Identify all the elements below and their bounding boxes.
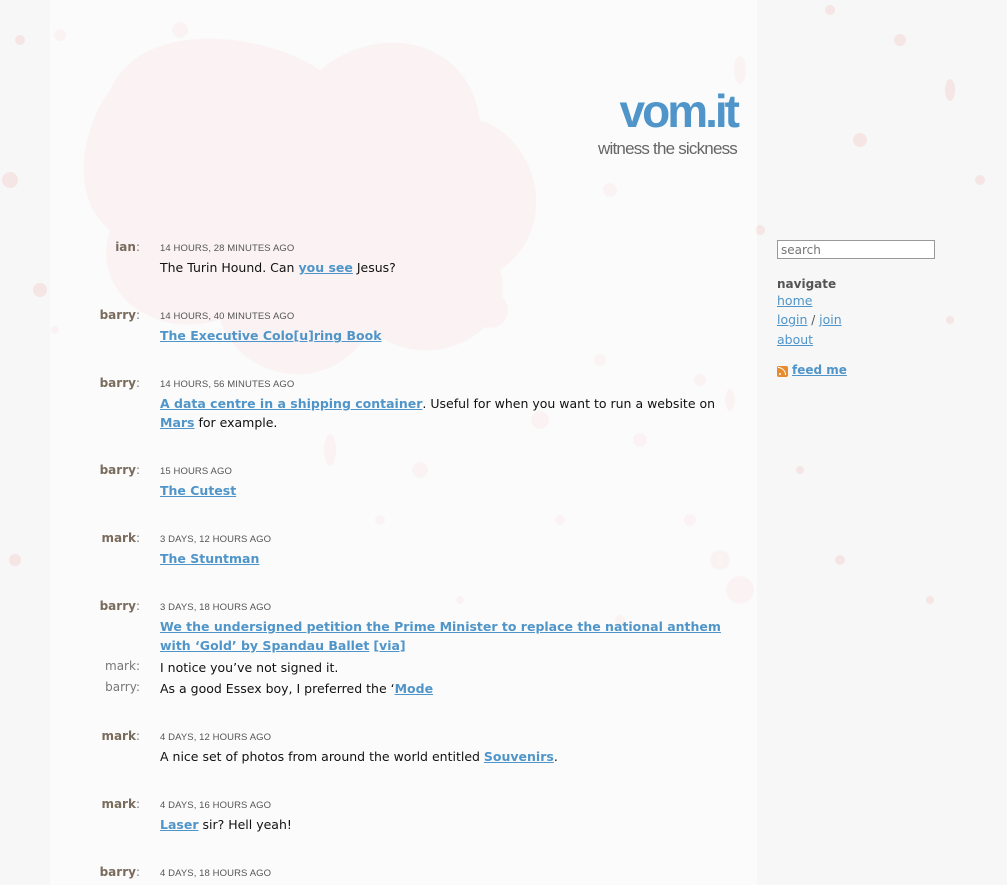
site-logo[interactable]: vom.it witness the sickness bbox=[598, 88, 740, 159]
comment-author: barry: bbox=[105, 680, 140, 694]
nav-heading: navigate bbox=[777, 277, 837, 291]
comment-text: As a good Essex boy, I preferred the ‘Mo… bbox=[160, 679, 740, 698]
search-input[interactable] bbox=[777, 240, 935, 259]
post-text: . bbox=[553, 749, 558, 764]
post-link[interactable]: Laser bbox=[160, 817, 198, 832]
post-timestamp: 14 hours, 28 minutes ago bbox=[160, 243, 295, 254]
post-author: barry: bbox=[99, 463, 140, 477]
post-author: barry: bbox=[99, 865, 140, 879]
post-text: for example. bbox=[194, 415, 278, 430]
nav-about-link[interactable]: about bbox=[777, 330, 977, 349]
comment-body: As a good Essex boy, I preferred the ‘ bbox=[160, 681, 395, 696]
author-name[interactable]: mark bbox=[101, 797, 136, 811]
content-column: vom.it witness the sickness ian: 14 hour… bbox=[50, 0, 757, 885]
comment-text: I notice you’ve not signed it. bbox=[160, 660, 339, 675]
commenter-name[interactable]: barry bbox=[105, 680, 136, 694]
post-timestamp: 3 days, 12 hours ago bbox=[160, 534, 272, 545]
post-timestamp: 3 days, 18 hours ago bbox=[160, 602, 272, 613]
nav-account-row: login / join bbox=[777, 310, 977, 330]
post-author: barry: bbox=[99, 376, 140, 390]
post-text: sir? Hell yeah! bbox=[198, 817, 292, 832]
post-author: barry: bbox=[99, 599, 140, 613]
navigation: home login / join about bbox=[777, 291, 977, 349]
feed-row: feed me bbox=[777, 363, 977, 377]
sidebar: navigate home login / join about feed me bbox=[777, 240, 977, 377]
post-text: Jesus? bbox=[352, 260, 396, 275]
post-body: A data centre in a shipping container. U… bbox=[160, 394, 740, 432]
post-author: ian: bbox=[115, 240, 140, 254]
author-name[interactable]: barry bbox=[100, 865, 136, 879]
post-timestamp: 4 days, 12 hours ago bbox=[160, 732, 272, 743]
commenter-name[interactable]: mark bbox=[105, 659, 136, 673]
post-author: mark: bbox=[101, 531, 140, 545]
via-link[interactable]: [via] bbox=[373, 638, 405, 653]
logo-brand[interactable]: vom.it bbox=[598, 88, 740, 134]
post-link[interactable]: Mars bbox=[160, 415, 194, 430]
post-timestamp: 14 hours, 40 minutes ago bbox=[160, 311, 295, 322]
post-body: The Cutest bbox=[160, 481, 740, 500]
nav-separator: / bbox=[811, 313, 816, 327]
author-name[interactable]: mark bbox=[101, 729, 136, 743]
author-name[interactable]: ian bbox=[115, 240, 136, 254]
post-author: barry: bbox=[99, 308, 140, 322]
post-author: mark: bbox=[101, 797, 140, 811]
post-author: mark: bbox=[101, 729, 140, 743]
author-name[interactable]: barry bbox=[100, 463, 136, 477]
nav-home-link[interactable]: home bbox=[777, 291, 977, 310]
post-body: The Stuntman bbox=[160, 549, 740, 568]
post-text: A nice set of photos from around the wor… bbox=[160, 749, 484, 764]
author-name[interactable]: mark bbox=[101, 531, 136, 545]
post-timestamp: 4 days, 18 hours ago bbox=[160, 868, 272, 879]
post-timestamp: 4 days, 16 hours ago bbox=[160, 800, 272, 811]
nav-login-link[interactable]: login bbox=[777, 312, 807, 327]
post-body: We the undersigned petition the Prime Mi… bbox=[160, 617, 740, 655]
post-link[interactable]: The Stuntman bbox=[160, 551, 259, 566]
post-text: The Turin Hound. Can bbox=[160, 260, 299, 275]
post-link[interactable]: We the undersigned petition the Prime Mi… bbox=[160, 619, 721, 653]
post-timestamp: 15 hours ago bbox=[160, 466, 232, 477]
post-link[interactable]: you see bbox=[298, 260, 352, 275]
post-link[interactable]: The Cutest bbox=[160, 483, 236, 498]
post-link[interactable]: The Executive Colo[u]ring Book bbox=[160, 328, 382, 343]
author-name[interactable]: barry bbox=[100, 308, 136, 322]
feed-link[interactable]: feed me bbox=[792, 363, 847, 377]
post-body: The Turin Hound. Can you see Jesus? bbox=[160, 258, 740, 277]
rss-icon[interactable] bbox=[777, 365, 788, 377]
nav-join-link[interactable]: join bbox=[819, 312, 842, 327]
post-link[interactable]: A data centre in a shipping container bbox=[160, 396, 422, 411]
post-text: . Useful for when you want to run a webs… bbox=[422, 396, 716, 411]
comment-author: mark: bbox=[105, 659, 140, 673]
comment-link[interactable]: Mode bbox=[395, 681, 433, 696]
post-timestamp: 14 hours, 56 minutes ago bbox=[160, 379, 295, 390]
logo-tagline: witness the sickness bbox=[598, 139, 738, 158]
post-body: A nice set of photos from around the wor… bbox=[160, 747, 740, 766]
post-link[interactable]: Souvenirs bbox=[484, 749, 554, 764]
post-body: Laser sir? Hell yeah! bbox=[160, 815, 740, 834]
author-name[interactable]: barry bbox=[100, 599, 136, 613]
post-body: The Executive Colo[u]ring Book bbox=[160, 326, 740, 345]
author-name[interactable]: barry bbox=[100, 376, 136, 390]
